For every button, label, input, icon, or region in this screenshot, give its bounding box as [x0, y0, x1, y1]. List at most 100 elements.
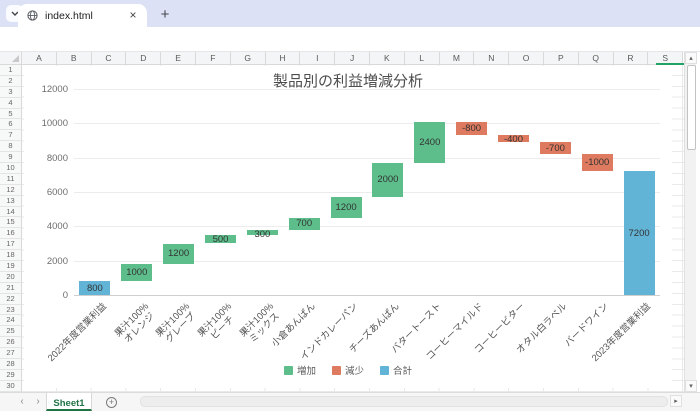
- browser-tab[interactable]: index.html ×: [18, 4, 147, 27]
- row-header-6[interactable]: 6: [0, 119, 22, 130]
- row-header-28[interactable]: 28: [0, 359, 22, 370]
- bar-value-label: -700: [540, 143, 571, 154]
- legend-swatch-icon: [332, 366, 341, 375]
- new-tab-button[interactable]: +: [155, 5, 175, 25]
- sheet-tab-sheet1[interactable]: Sheet1: [46, 393, 92, 411]
- row-header-8[interactable]: 8: [0, 141, 22, 152]
- chart-bar-increase[interactable]: 1200: [163, 244, 194, 265]
- column-header-F[interactable]: F: [196, 52, 231, 65]
- column-header-E[interactable]: E: [161, 52, 196, 65]
- legend-label: 減少: [345, 363, 364, 377]
- row-header-11[interactable]: 11: [0, 174, 22, 185]
- column-header-C[interactable]: C: [92, 52, 127, 65]
- row-header-18[interactable]: 18: [0, 250, 22, 261]
- x-axis-category-label: 2022年度営業利益: [46, 301, 109, 364]
- row-header-20[interactable]: 20: [0, 272, 22, 283]
- x-axis-category-label: 果汁100% グレープ: [154, 301, 200, 347]
- legend-swatch-icon: [284, 366, 293, 375]
- legend-item-increase[interactable]: 増加: [284, 363, 316, 377]
- row-header-27[interactable]: 27: [0, 348, 22, 359]
- y-axis-tick-label: 4000: [28, 221, 68, 232]
- bar-value-label: 1200: [331, 202, 362, 213]
- column-header-H[interactable]: H: [266, 52, 301, 65]
- column-header-D[interactable]: D: [126, 52, 161, 65]
- scroll-down-icon[interactable]: ▾: [685, 380, 697, 392]
- sheets-next-icon[interactable]: ›: [30, 393, 46, 411]
- column-header-L[interactable]: L: [405, 52, 440, 65]
- y-gridline: [74, 261, 660, 262]
- bar-value-label: 700: [289, 218, 320, 229]
- legend-swatch-icon: [380, 366, 389, 375]
- bar-value-label: -400: [498, 134, 529, 145]
- horizontal-scrollbar[interactable]: [140, 396, 668, 407]
- column-header-M[interactable]: M: [440, 52, 475, 65]
- chart-bar-decrease[interactable]: -700: [540, 142, 571, 154]
- column-header-N[interactable]: N: [474, 52, 509, 65]
- row-header-24[interactable]: 24: [0, 315, 22, 326]
- row-header-4[interactable]: 4: [0, 98, 22, 109]
- column-header-G[interactable]: G: [231, 52, 266, 65]
- row-header-16[interactable]: 16: [0, 228, 22, 239]
- chart-bar-total[interactable]: 7200: [624, 171, 655, 295]
- chart-bar-total[interactable]: 800: [79, 281, 110, 295]
- column-header-O[interactable]: O: [509, 52, 544, 65]
- chart-bar-increase[interactable]: 700: [289, 218, 320, 230]
- chart-title: 製品別の利益増減分析: [24, 70, 672, 91]
- column-header-I[interactable]: I: [300, 52, 335, 65]
- chart-bar-increase[interactable]: 1000: [121, 264, 152, 281]
- column-header-R[interactable]: R: [614, 52, 649, 65]
- row-header-10[interactable]: 10: [0, 163, 22, 174]
- chart-bar-decrease[interactable]: -1000: [582, 154, 613, 171]
- row-header-19[interactable]: 19: [0, 261, 22, 272]
- legend-item-decrease[interactable]: 減少: [332, 363, 364, 377]
- chart-bar-decrease[interactable]: -400: [498, 135, 529, 142]
- chart-bar-increase[interactable]: 2000: [372, 163, 403, 197]
- row-header-1[interactable]: 1: [0, 65, 22, 76]
- scroll-up-icon[interactable]: ▴: [685, 52, 697, 64]
- row-header-23[interactable]: 23: [0, 305, 22, 316]
- column-header-Q[interactable]: Q: [579, 52, 614, 65]
- chart-bar-increase[interactable]: 300: [247, 230, 278, 235]
- row-header-22[interactable]: 22: [0, 294, 22, 305]
- y-axis-tick-label: 12000: [28, 84, 68, 95]
- y-axis-tick-label: 2000: [28, 256, 68, 267]
- select-all-cell[interactable]: [0, 52, 22, 65]
- column-header-K[interactable]: K: [370, 52, 405, 65]
- bar-value-label: 2400: [414, 137, 445, 148]
- column-header-J[interactable]: J: [335, 52, 370, 65]
- row-header-29[interactable]: 29: [0, 370, 22, 381]
- row-header-12[interactable]: 12: [0, 185, 22, 196]
- column-header-P[interactable]: P: [544, 52, 579, 65]
- sheets-prev-icon[interactable]: ‹: [14, 393, 30, 411]
- row-header-5[interactable]: 5: [0, 109, 22, 120]
- row-header-14[interactable]: 14: [0, 207, 22, 218]
- bar-value-label: 1000: [121, 267, 152, 278]
- row-header-13[interactable]: 13: [0, 196, 22, 207]
- row-header-30[interactable]: 30: [0, 381, 22, 392]
- chart-bar-increase[interactable]: 500: [205, 235, 236, 244]
- chart-bar-increase[interactable]: 1200: [331, 197, 362, 218]
- vertical-scrollbar[interactable]: ▴ ▾: [684, 52, 696, 392]
- row-header-15[interactable]: 15: [0, 217, 22, 228]
- tab-close-icon[interactable]: ×: [126, 9, 140, 23]
- browser-tab-strip: index.html × +: [0, 0, 700, 27]
- vertical-scroll-thumb[interactable]: [687, 65, 696, 150]
- row-header-26[interactable]: 26: [0, 337, 22, 348]
- row-header-3[interactable]: 3: [0, 87, 22, 98]
- row-header-17[interactable]: 17: [0, 239, 22, 250]
- column-header-A[interactable]: A: [22, 52, 57, 65]
- add-sheet-icon[interactable]: +: [106, 397, 117, 408]
- column-header-B[interactable]: B: [57, 52, 92, 65]
- row-header-25[interactable]: 25: [0, 326, 22, 337]
- row-header-21[interactable]: 21: [0, 283, 22, 294]
- chart-bar-increase[interactable]: 2400: [414, 122, 445, 163]
- bar-value-label: 500: [205, 234, 236, 245]
- chart-bar-decrease[interactable]: -800: [456, 122, 487, 136]
- scroll-right-icon[interactable]: ▸: [670, 395, 682, 407]
- row-header-7[interactable]: 7: [0, 130, 22, 141]
- bar-value-label: 7200: [624, 228, 655, 239]
- legend-item-total[interactable]: 合計: [380, 363, 412, 377]
- row-header-2[interactable]: 2: [0, 76, 22, 87]
- y-gridline: [74, 226, 660, 227]
- row-header-9[interactable]: 9: [0, 152, 22, 163]
